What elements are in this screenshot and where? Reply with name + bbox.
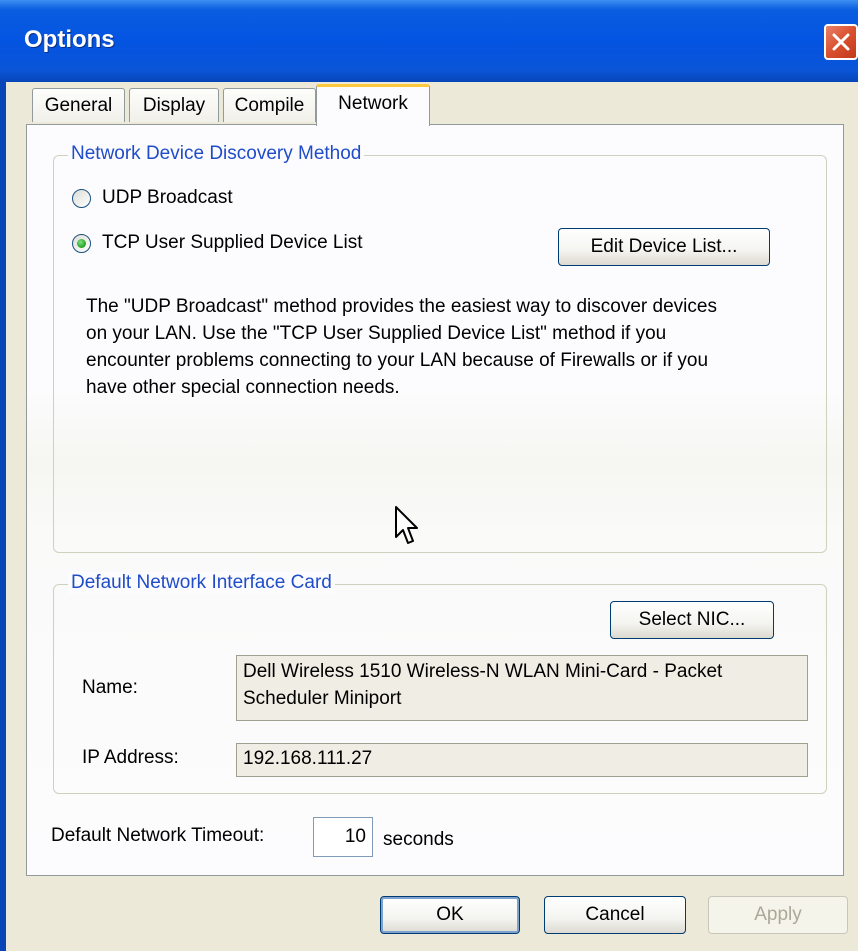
tab-general[interactable]: General — [32, 88, 125, 122]
nic-name-value: Dell Wireless 1510 Wireless-N WLAN Mini-… — [243, 661, 723, 682]
edit-device-list-button[interactable]: Edit Device List... — [558, 228, 770, 266]
nic-legend: Default Network Interface Card — [68, 572, 335, 594]
udp-broadcast-label[interactable]: UDP Broadcast — [102, 187, 233, 209]
discovery-legend: Network Device Discovery Method — [68, 143, 365, 165]
tab-label: General — [44, 95, 113, 116]
nic-name-value: Scheduler Miniport — [243, 688, 402, 709]
tab-label: Network — [338, 93, 408, 114]
close-button[interactable] — [824, 24, 858, 60]
window-border — [0, 82, 6, 951]
apply-button[interactable]: Apply — [708, 896, 848, 934]
timeout-label: Default Network Timeout: — [51, 825, 265, 846]
discovery-description: The "UDP Broadcast" method provides the … — [86, 293, 717, 401]
timeout-unit-label: seconds — [383, 829, 454, 850]
tab-label: Compile — [234, 95, 305, 116]
discovery-groupbox: Network Device Discovery Method UDP Broa… — [53, 143, 827, 553]
description-line: encounter problems connecting to your LA… — [86, 350, 709, 371]
description-line: on your LAN. Use the "TCP User Supplied … — [86, 323, 667, 344]
timeout-value: 10 — [344, 826, 366, 847]
close-icon — [832, 33, 850, 51]
mouse-cursor-icon — [395, 506, 418, 544]
description-line: The "UDP Broadcast" method provides the … — [86, 296, 717, 317]
nic-name-label: Name: — [82, 677, 138, 698]
tab-label: Display — [142, 95, 206, 116]
nic-name-field: Dell Wireless 1510 Wireless-N WLAN Mini-… — [236, 655, 808, 721]
ip-address-label: IP Address: — [82, 747, 179, 768]
tab-compile[interactable]: Compile — [223, 88, 316, 122]
network-tab-panel: Network Device Discovery Method UDP Broa… — [26, 124, 844, 876]
tcp-device-list-radio[interactable] — [72, 234, 91, 253]
options-dialog: Options General Display Compile Network … — [0, 0, 858, 951]
nic-groupbox: Default Network Interface Card Select NI… — [53, 572, 827, 794]
udp-broadcast-radio[interactable] — [72, 189, 91, 208]
tab-display[interactable]: Display — [129, 88, 219, 122]
title-bar[interactable]: Options — [0, 0, 858, 82]
cancel-button[interactable]: Cancel — [544, 896, 686, 934]
tab-network[interactable]: Network — [316, 84, 430, 126]
select-nic-button[interactable]: Select NIC... — [610, 601, 774, 639]
ip-address-field: 192.168.111.27 — [236, 743, 808, 777]
ok-button[interactable]: OK — [380, 896, 520, 934]
description-line: have other special connection needs. — [86, 377, 400, 398]
ip-address-value: 192.168.111.27 — [243, 748, 373, 769]
timeout-input[interactable]: 10 — [313, 817, 373, 857]
tcp-device-list-label[interactable]: TCP User Supplied Device List — [102, 232, 362, 254]
window-title: Options — [24, 26, 115, 53]
